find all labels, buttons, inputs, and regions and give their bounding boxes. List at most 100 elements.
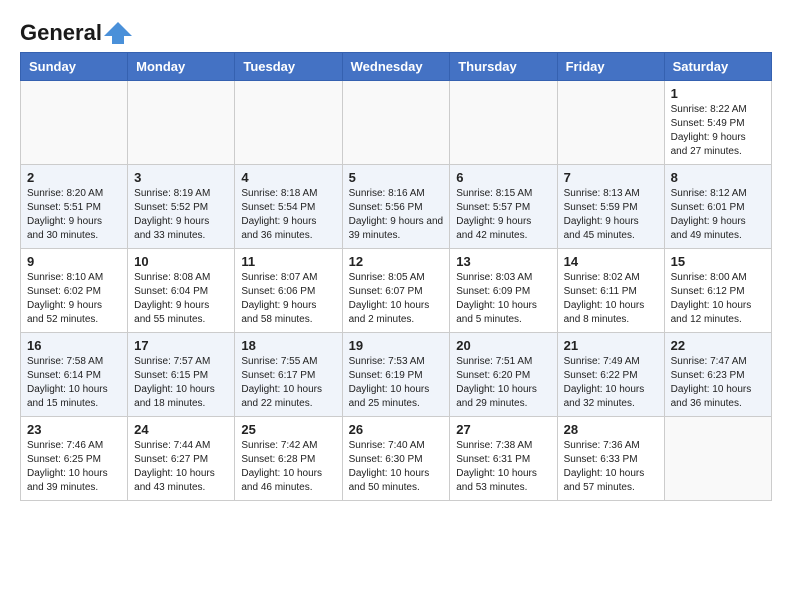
day-header-thursday: Thursday [450, 53, 557, 81]
logo: General [20, 20, 132, 42]
day-number: 15 [671, 254, 765, 269]
logo-icon [104, 22, 132, 44]
day-number: 22 [671, 338, 765, 353]
calendar-cell: 17Sunrise: 7:57 AM Sunset: 6:15 PM Dayli… [128, 333, 235, 417]
day-info: Sunrise: 7:40 AM Sunset: 6:30 PM Dayligh… [349, 439, 444, 495]
day-header-wednesday: Wednesday [342, 53, 450, 81]
calendar-week-row: 23 Sunrise: 7:46 AM Sunset: 6:25 PM Dayli… [21, 417, 772, 501]
calendar-cell: 18 Sunrise: 7:55 AM Sunset: 6:17 PM Dayli… [235, 333, 342, 417]
calendar-cell: 9 Sunrise: 8:10 AM Sunset: 6:02 PM Daylig… [21, 249, 128, 333]
day-info: Sunrise: 8:10 AM Sunset: 6:02 PM Dayligh… [27, 271, 121, 327]
day-number: 4 [241, 170, 335, 185]
day-number: 7 [564, 170, 658, 185]
day-number: 5 [349, 170, 444, 185]
calendar-week-row: 2 Sunrise: 8:20 AM Sunset: 5:51 PM Daylig… [21, 165, 772, 249]
day-number: 24 [134, 422, 228, 437]
calendar-cell: 20 Sunrise: 7:51 AM Sunset: 6:20 PM Dayli… [450, 333, 557, 417]
day-info: Sunrise: 7:36 AM Sunset: 6:33 PM Dayligh… [564, 439, 658, 495]
day-number: 13 [456, 254, 550, 269]
calendar-cell [235, 81, 342, 165]
day-info: Sunrise: 7:49 AM Sunset: 6:22 PM Dayligh… [564, 355, 658, 411]
day-number: 3 [134, 170, 228, 185]
calendar-cell [21, 81, 128, 165]
day-header-friday: Friday [557, 53, 664, 81]
day-number: 25 [241, 422, 335, 437]
day-number: 2 [27, 170, 121, 185]
calendar-cell [557, 81, 664, 165]
day-info: Sunrise: 7:58 AM Sunset: 6:14 PM Dayligh… [27, 355, 121, 411]
day-number: 23 [27, 422, 121, 437]
day-header-saturday: Saturday [664, 53, 771, 81]
calendar-cell: 12 Sunrise: 8:05 AM Sunset: 6:07 PM Dayli… [342, 249, 450, 333]
day-number: 28 [564, 422, 658, 437]
calendar-cell: 8 Sunrise: 8:12 AM Sunset: 6:01 PM Daylig… [664, 165, 771, 249]
day-info: Sunrise: 7:53 AM Sunset: 6:19 PM Dayligh… [349, 355, 444, 411]
calendar-cell: 27 Sunrise: 7:38 AM Sunset: 6:31 PM Dayli… [450, 417, 557, 501]
calendar-cell: 7 Sunrise: 8:13 AM Sunset: 5:59 PM Daylig… [557, 165, 664, 249]
day-number: 27 [456, 422, 550, 437]
day-number: 10 [134, 254, 228, 269]
day-header-monday: Monday [128, 53, 235, 81]
day-info: Sunrise: 8:15 AM Sunset: 5:57 PM Dayligh… [456, 187, 550, 243]
calendar-cell: 24 Sunrise: 7:44 AM Sunset: 6:27 PM Dayli… [128, 417, 235, 501]
day-header-tuesday: Tuesday [235, 53, 342, 81]
calendar-header-row: SundayMondayTuesdayWednesdayThursdayFrid… [21, 53, 772, 81]
day-info: Sunrise: 8:05 AM Sunset: 6:07 PM Dayligh… [349, 271, 444, 327]
calendar-cell [342, 81, 450, 165]
calendar-cell: 19 Sunrise: 7:53 AM Sunset: 6:19 PM Dayli… [342, 333, 450, 417]
day-info: Sunrise: 7:51 AM Sunset: 6:20 PM Dayligh… [456, 355, 550, 411]
calendar-cell: 28 Sunrise: 7:36 AM Sunset: 6:33 PM Dayli… [557, 417, 664, 501]
day-info: Sunrise: 7:44 AM Sunset: 6:27 PM Dayligh… [134, 439, 228, 495]
day-info: Sunrise: 7:46 AM Sunset: 6:25 PM Dayligh… [27, 439, 121, 495]
day-number: 8 [671, 170, 765, 185]
day-info: Sunrise: 7:55 AM Sunset: 6:17 PM Dayligh… [241, 355, 335, 411]
day-number: 6 [456, 170, 550, 185]
calendar-cell: 14Sunrise: 8:02 AM Sunset: 6:11 PM Dayli… [557, 249, 664, 333]
calendar-cell: 5 Sunrise: 8:16 AM Sunset: 5:56 PM Daylig… [342, 165, 450, 249]
calendar-cell [450, 81, 557, 165]
calendar-cell: 15 Sunrise: 8:00 AM Sunset: 6:12 PM Dayli… [664, 249, 771, 333]
day-info: Sunrise: 7:47 AM Sunset: 6:23 PM Dayligh… [671, 355, 765, 411]
day-number: 9 [27, 254, 121, 269]
calendar-cell: 4Sunrise: 8:18 AM Sunset: 5:54 PM Daylig… [235, 165, 342, 249]
calendar-cell: 2 Sunrise: 8:20 AM Sunset: 5:51 PM Daylig… [21, 165, 128, 249]
calendar-cell: 25 Sunrise: 7:42 AM Sunset: 6:28 PM Dayli… [235, 417, 342, 501]
day-info: Sunrise: 8:02 AM Sunset: 6:11 PM Dayligh… [564, 271, 658, 327]
day-info: Sunrise: 8:07 AM Sunset: 6:06 PM Dayligh… [241, 271, 335, 327]
calendar-cell [128, 81, 235, 165]
day-number: 26 [349, 422, 444, 437]
day-info: Sunrise: 8:03 AM Sunset: 6:09 PM Dayligh… [456, 271, 550, 327]
calendar-cell: 11 Sunrise: 8:07 AM Sunset: 6:06 PM Dayli… [235, 249, 342, 333]
day-info: Sunrise: 8:00 AM Sunset: 6:12 PM Dayligh… [671, 271, 765, 327]
day-info: Sunrise: 7:42 AM Sunset: 6:28 PM Dayligh… [241, 439, 335, 495]
calendar-week-row: 9 Sunrise: 8:10 AM Sunset: 6:02 PM Daylig… [21, 249, 772, 333]
day-info: Sunrise: 8:16 AM Sunset: 5:56 PM Dayligh… [349, 187, 444, 243]
day-number: 18 [241, 338, 335, 353]
day-number: 19 [349, 338, 444, 353]
calendar-cell: 16Sunrise: 7:58 AM Sunset: 6:14 PM Dayli… [21, 333, 128, 417]
day-info: Sunrise: 8:19 AM Sunset: 5:52 PM Dayligh… [134, 187, 228, 243]
day-info: Sunrise: 8:13 AM Sunset: 5:59 PM Dayligh… [564, 187, 658, 243]
day-number: 20 [456, 338, 550, 353]
calendar-cell: 13 Sunrise: 8:03 AM Sunset: 6:09 PM Dayli… [450, 249, 557, 333]
calendar-cell: 22 Sunrise: 7:47 AM Sunset: 6:23 PM Dayli… [664, 333, 771, 417]
page-header: General [20, 20, 772, 42]
day-number: 21 [564, 338, 658, 353]
calendar-cell: 1Sunrise: 8:22 AM Sunset: 5:49 PM Daylig… [664, 81, 771, 165]
day-header-sunday: Sunday [21, 53, 128, 81]
calendar-cell: 10Sunrise: 8:08 AM Sunset: 6:04 PM Dayli… [128, 249, 235, 333]
day-info: Sunrise: 8:12 AM Sunset: 6:01 PM Dayligh… [671, 187, 765, 243]
day-number: 11 [241, 254, 335, 269]
calendar-week-row: 16Sunrise: 7:58 AM Sunset: 6:14 PM Dayli… [21, 333, 772, 417]
logo-text: General [20, 20, 102, 46]
calendar-table: SundayMondayTuesdayWednesdayThursdayFrid… [20, 52, 772, 501]
calendar-cell: 26 Sunrise: 7:40 AM Sunset: 6:30 PM Dayli… [342, 417, 450, 501]
day-info: Sunrise: 8:20 AM Sunset: 5:51 PM Dayligh… [27, 187, 121, 243]
calendar-cell [664, 417, 771, 501]
day-info: Sunrise: 7:38 AM Sunset: 6:31 PM Dayligh… [456, 439, 550, 495]
calendar-cell: 21 Sunrise: 7:49 AM Sunset: 6:22 PM Dayli… [557, 333, 664, 417]
day-number: 17 [134, 338, 228, 353]
calendar-cell: 6 Sunrise: 8:15 AM Sunset: 5:57 PM Daylig… [450, 165, 557, 249]
day-number: 12 [349, 254, 444, 269]
day-number: 1 [671, 86, 765, 101]
